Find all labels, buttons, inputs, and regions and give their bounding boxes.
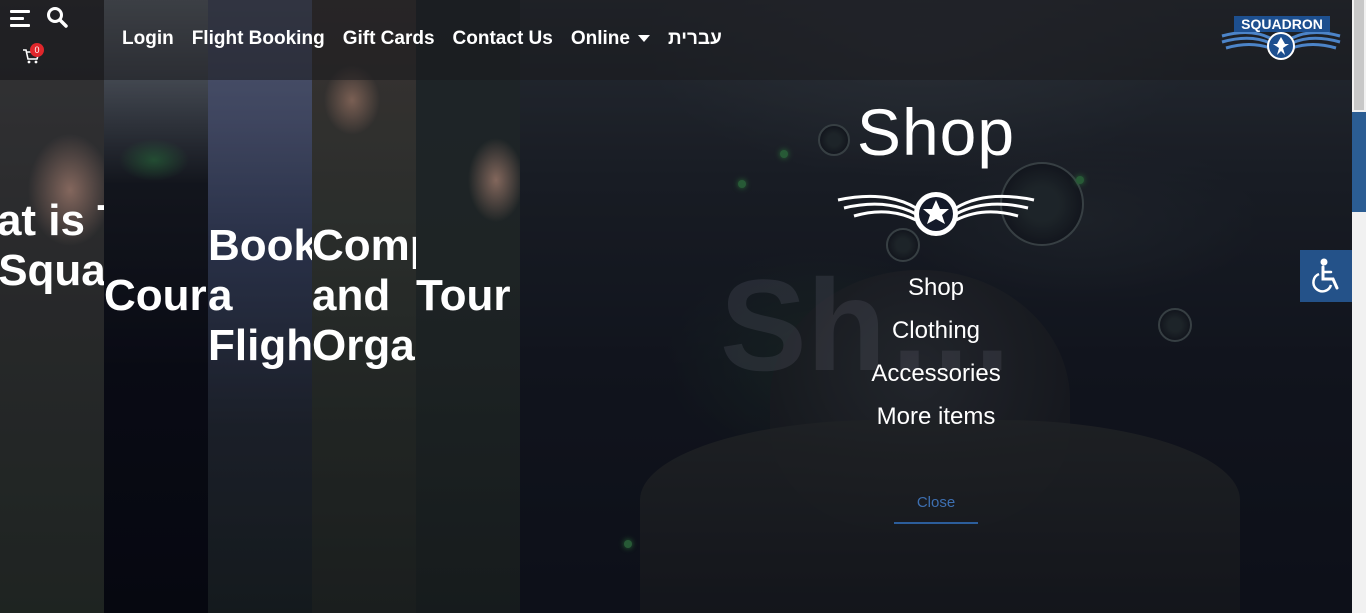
wheelchair-icon (1312, 258, 1339, 293)
header-tools: 0 (0, 0, 104, 80)
category-strip-what-is[interactable]: What is The Squa (0, 0, 104, 613)
shop-title: Shop (856, 95, 1016, 169)
wings-emblem-icon (837, 192, 1035, 236)
strip-title: Cour (104, 271, 207, 320)
strip-title: What is The Squa (0, 196, 104, 295)
category-strip-tour[interactable]: Tour (416, 0, 520, 613)
strip-title: Tour (416, 271, 511, 320)
strip-title: Book a Fligh (208, 221, 312, 370)
page: What is The Squa Cour Book a Fligh Comp … (0, 0, 1352, 613)
nav-flight-booking[interactable]: Flight Booking (192, 28, 325, 50)
nav-hebrew[interactable]: עברית (668, 28, 722, 50)
squadron-logo[interactable]: SQUADRON (1220, 14, 1342, 62)
site-header: 0 Login Flight Booking Gift Cards Contac… (0, 0, 1352, 80)
shop-link-clothing[interactable]: Clothing (836, 309, 1036, 352)
scrollbar-thumb[interactable] (1354, 0, 1364, 110)
search-icon[interactable] (46, 6, 68, 28)
nav-contact-us[interactable]: Contact Us (453, 28, 553, 50)
nav-online-label: Online (570, 28, 630, 49)
shop-link-more-items[interactable]: More items (836, 395, 1036, 438)
category-strip-companies[interactable]: Comp and Orga (312, 0, 416, 613)
shop-link-accessories[interactable]: Accessories (836, 352, 1036, 395)
logo-text: SQUADRON (1241, 16, 1323, 32)
page-scrollbar[interactable] (1352, 0, 1366, 613)
category-strip-courses[interactable]: Cour (104, 0, 208, 613)
accessibility-button[interactable] (1300, 250, 1352, 302)
cart-count-badge: 0 (30, 43, 44, 57)
menu-icon[interactable] (10, 8, 32, 28)
side-edge-panel (1352, 112, 1366, 212)
main-nav: Login Flight Booking Gift Cards Contact … (122, 28, 722, 50)
strip-title: Comp and Orga (312, 221, 416, 370)
nav-login[interactable]: Login (122, 28, 174, 50)
nav-online-dropdown[interactable]: Online (571, 28, 650, 50)
category-strip-book-flight[interactable]: Book a Fligh (208, 0, 312, 613)
shop-link-shop[interactable]: Shop (836, 266, 1036, 309)
chevron-down-icon (637, 35, 650, 43)
nav-gift-cards[interactable]: Gift Cards (343, 28, 435, 50)
shop-menu: Shop Clothing Accessories More items (836, 266, 1036, 438)
close-button[interactable]: Close (894, 494, 978, 524)
